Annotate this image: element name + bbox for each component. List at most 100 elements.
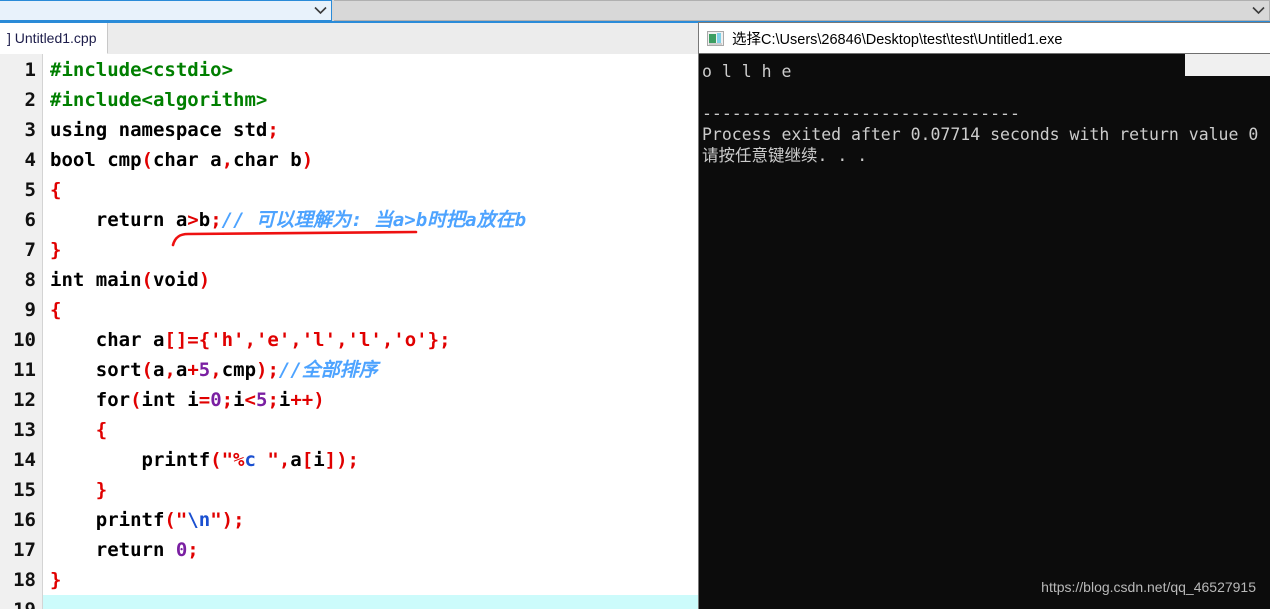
console-output-line: Process exited after 0.07714 seconds wit… bbox=[702, 125, 1259, 144]
code-token: #include<cstdio> bbox=[50, 59, 234, 81]
code-token: 0 bbox=[175, 539, 188, 561]
code-token: return a bbox=[50, 209, 188, 231]
code-line[interactable]: for(int i=0;i<5;i++) bbox=[43, 385, 700, 415]
line-number: 10 bbox=[13, 329, 36, 351]
code-line[interactable]: sort(a,a+5,cmp);//全部排序 bbox=[43, 355, 700, 385]
code-token: ( bbox=[210, 449, 222, 471]
ide-toolbar bbox=[0, 0, 1270, 22]
code-token: 'l' bbox=[301, 329, 337, 351]
console-scrollbar-thumb[interactable] bbox=[1185, 54, 1270, 76]
line-number: 16 bbox=[13, 509, 36, 531]
code-line[interactable] bbox=[43, 595, 700, 609]
code-token: } bbox=[50, 479, 108, 501]
code-line[interactable]: { bbox=[43, 175, 700, 205]
watermark-text: https://blog.csdn.net/qq_46527915 bbox=[1041, 579, 1256, 595]
code-token: 'l' bbox=[347, 329, 382, 351]
line-number: 8 bbox=[24, 269, 36, 291]
class-browser-combo[interactable] bbox=[0, 0, 332, 21]
code-token: ]); bbox=[324, 449, 359, 471]
code-text-area[interactable]: #include<cstdio> #include<algorithm> using… bbox=[43, 54, 700, 609]
line-number: 19 bbox=[0, 595, 36, 609]
line-number: 1 bbox=[24, 59, 36, 81]
tab-untitled1-cpp[interactable]: ] Untitled1.cpp bbox=[0, 23, 108, 54]
code-line[interactable]: char a[]={'h','e','l','l','o'}; bbox=[43, 325, 700, 355]
code-token: ; bbox=[187, 539, 199, 561]
line-number: 7 bbox=[24, 239, 36, 261]
line-number: 3 bbox=[24, 119, 36, 141]
code-line[interactable]: printf("%c ",a[i]); bbox=[43, 445, 700, 475]
code-line[interactable]: return 0; bbox=[43, 535, 700, 565]
code-token: , bbox=[290, 329, 302, 351]
code-line[interactable]: } bbox=[43, 475, 700, 505]
code-line[interactable]: { bbox=[43, 295, 700, 325]
code-line[interactable]: using namespace std; bbox=[43, 115, 700, 145]
code-token: , bbox=[278, 449, 291, 471]
code-token: 0 bbox=[210, 389, 222, 411]
code-token: { bbox=[50, 419, 108, 441]
code-line[interactable]: } bbox=[43, 565, 700, 595]
code-token: char a bbox=[50, 329, 165, 351]
code-token: 5 bbox=[256, 389, 268, 411]
code-line[interactable]: #include<algorithm> bbox=[43, 85, 700, 115]
code-token: , bbox=[221, 149, 234, 171]
code-token: void bbox=[152, 269, 199, 291]
member-browser-combo[interactable] bbox=[334, 0, 1270, 21]
console-output-line: -------------------------------- bbox=[702, 104, 1020, 123]
code-line[interactable]: int main(void) bbox=[43, 265, 700, 295]
line-number: 4 bbox=[24, 149, 36, 171]
code-token: { bbox=[50, 179, 62, 201]
code-token: bool cmp bbox=[50, 149, 142, 171]
code-line[interactable]: { bbox=[43, 415, 700, 445]
app-window: ] Untitled1.cpp 1 2 3 4 5 6 7 8 9 10 11 12 13 14 15 16 1… bbox=[0, 0, 1270, 609]
code-token: > bbox=[187, 209, 199, 231]
code-token: ; bbox=[210, 209, 222, 231]
console-output[interactable]: o l l h e ------------------------------… bbox=[699, 54, 1270, 609]
code-token: { bbox=[198, 329, 211, 351]
code-token: ( bbox=[141, 149, 153, 171]
line-number: 14 bbox=[13, 449, 36, 471]
console-title-text: 选择C:\Users\26846\Desktop\test\test\Untit… bbox=[732, 31, 1063, 48]
console-title-bar[interactable]: 选择C:\Users\26846\Desktop\test\test\Untit… bbox=[699, 23, 1270, 54]
code-token: }; bbox=[427, 329, 451, 351]
code-token: c bbox=[244, 449, 256, 471]
code-line[interactable]: } bbox=[43, 235, 700, 265]
code-line[interactable]: #include<cstdio> bbox=[43, 55, 700, 85]
code-token: ( bbox=[141, 269, 153, 291]
code-token: sort bbox=[50, 359, 142, 381]
code-token: ; bbox=[221, 389, 234, 411]
code-token: ( bbox=[130, 389, 142, 411]
code-token: } bbox=[50, 239, 62, 261]
code-token: \n bbox=[187, 509, 211, 531]
chevron-down-icon[interactable] bbox=[309, 6, 331, 15]
code-line[interactable]: return a>b;// 可以理解为: 当a>b时把a放在b bbox=[43, 205, 700, 235]
code-token: ) bbox=[198, 269, 211, 291]
code-token: "% bbox=[221, 449, 245, 471]
code-line[interactable]: bool cmp(char a,char b) bbox=[43, 145, 700, 175]
code-token: int i bbox=[141, 389, 199, 411]
code-token: return bbox=[50, 539, 176, 561]
line-number: 12 bbox=[13, 389, 36, 411]
code-token: char a bbox=[152, 149, 222, 171]
code-token: , bbox=[210, 359, 222, 381]
code-token: , bbox=[164, 359, 176, 381]
console-window[interactable]: 选择C:\Users\26846\Desktop\test\test\Untit… bbox=[698, 22, 1270, 609]
code-line[interactable]: printf("\n"); bbox=[43, 505, 700, 535]
code-token: i bbox=[313, 449, 325, 471]
code-token: cmp bbox=[221, 359, 257, 381]
console-window-icon bbox=[707, 30, 724, 46]
code-token: // 可以理解为: 当a>b时把a放在b bbox=[221, 209, 527, 231]
code-token: , bbox=[244, 329, 256, 351]
code-token: " bbox=[210, 509, 222, 531]
line-number: 17 bbox=[13, 539, 36, 561]
code-token: ) bbox=[301, 149, 314, 171]
chevron-down-icon[interactable] bbox=[1247, 6, 1269, 15]
code-editor[interactable]: 12345678910111213141516171819 #include<c… bbox=[0, 54, 700, 609]
line-number: 13 bbox=[13, 419, 36, 441]
line-number: 18 bbox=[13, 569, 36, 591]
code-token: printf bbox=[50, 509, 165, 531]
code-token: " bbox=[255, 449, 279, 471]
code-token: 'e' bbox=[255, 329, 291, 351]
code-token: for bbox=[50, 389, 131, 411]
code-token: ); bbox=[256, 359, 279, 381]
code-token: , bbox=[381, 329, 394, 351]
